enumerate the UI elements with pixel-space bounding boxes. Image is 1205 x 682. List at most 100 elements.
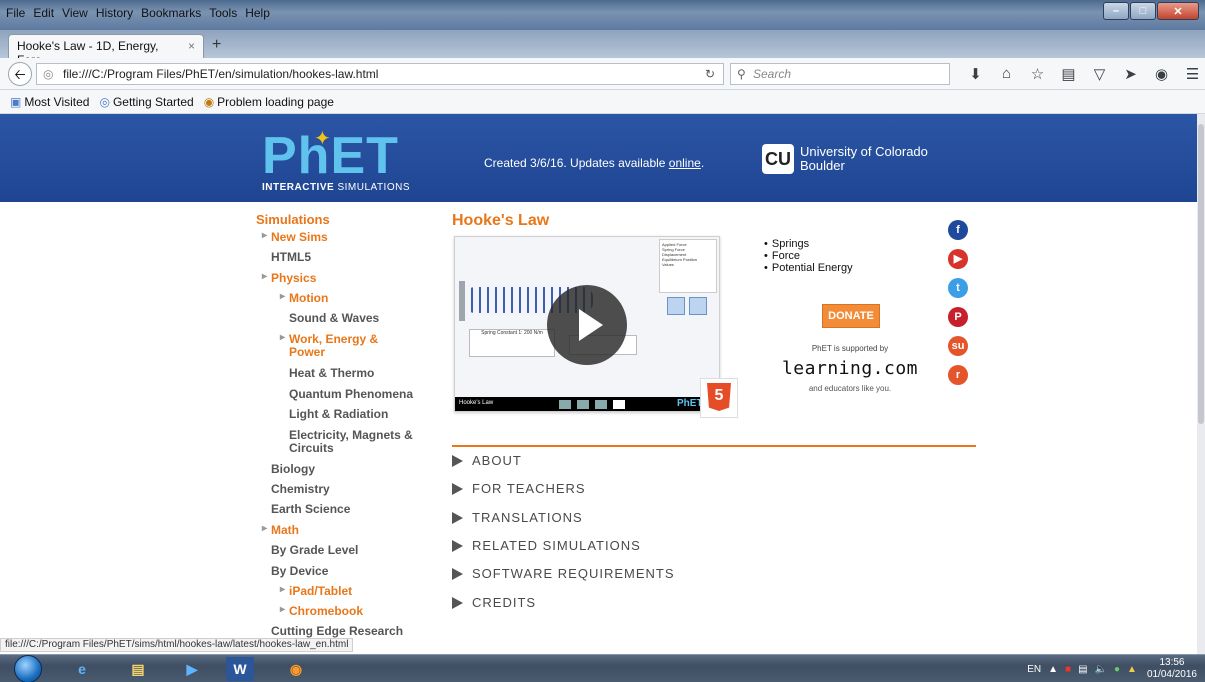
sidebar-item-new-sims[interactable]: New Sims bbox=[262, 230, 328, 244]
sidebar-item-by-device[interactable]: By Device bbox=[271, 564, 328, 578]
sidebar-item-electricity-2[interactable]: Circuits bbox=[289, 441, 334, 455]
menu-help[interactable]: Help bbox=[245, 6, 270, 20]
menu-edit[interactable]: Edit bbox=[33, 6, 54, 20]
search-placeholder: Search bbox=[753, 67, 792, 81]
opt-values: Values bbox=[662, 262, 674, 267]
accordion-credits[interactable]: CREDITS bbox=[452, 595, 536, 610]
bookmark-problem-loading[interactable]: ◉ Problem loading page bbox=[204, 95, 334, 109]
language-indicator[interactable]: EN bbox=[1027, 664, 1041, 675]
sidebar-item-earth-science[interactable]: Earth Science bbox=[271, 502, 350, 516]
bookmark-star-icon[interactable]: ☆ bbox=[1022, 65, 1053, 83]
stumbleupon-icon[interactable]: su bbox=[948, 336, 968, 356]
tray-expand-icon[interactable]: ▲ bbox=[1048, 664, 1058, 675]
sidebar-item-sound-waves[interactable]: Sound & Waves bbox=[289, 311, 379, 325]
cu-mark-icon: CU bbox=[762, 144, 794, 174]
explorer-icon[interactable]: ▤ bbox=[118, 657, 158, 681]
start-button[interactable] bbox=[14, 655, 42, 682]
chat-icon[interactable]: ◉ bbox=[1146, 65, 1177, 83]
menu-tools[interactable]: Tools bbox=[209, 6, 237, 20]
simulation-thumbnail[interactable]: Applied Force Spring Force Displacement … bbox=[454, 236, 720, 412]
sim-screen-intro bbox=[559, 400, 571, 409]
menu-bookmarks[interactable]: Bookmarks bbox=[141, 6, 201, 20]
sidebar-item-html5[interactable]: HTML5 bbox=[271, 250, 311, 264]
sidebar-item-electricity[interactable]: Electricity, Magnets & bbox=[289, 428, 413, 442]
cu-boulder-logo[interactable]: CU University of Colorado Boulder bbox=[762, 144, 928, 174]
topic-item: Potential Energy bbox=[764, 262, 853, 274]
firefox-icon[interactable]: ◉ bbox=[276, 657, 316, 681]
back-button[interactable]: 🡠 bbox=[8, 62, 32, 86]
donate-button[interactable]: DONATE bbox=[822, 304, 880, 328]
search-icon: ⚲ bbox=[737, 67, 746, 81]
accordion-for-teachers[interactable]: FOR TEACHERS bbox=[452, 481, 586, 496]
reddit-icon[interactable]: r bbox=[948, 365, 968, 385]
scrollbar-thumb[interactable] bbox=[1198, 124, 1204, 424]
sidebar-item-heat-thermo[interactable]: Heat & Thermo bbox=[289, 366, 374, 380]
media-player-icon[interactable]: ▶ bbox=[172, 657, 212, 681]
sidebar-item-work-energy-2[interactable]: Power bbox=[289, 345, 325, 359]
accordion-translations[interactable]: TRANSLATIONS bbox=[452, 510, 583, 525]
facebook-icon[interactable]: f bbox=[948, 220, 968, 240]
sim-spring-constant-control: Spring Constant 1: 200 N/m bbox=[469, 329, 555, 357]
menu-file[interactable]: File bbox=[6, 6, 25, 20]
ie-icon[interactable]: e bbox=[62, 657, 102, 681]
url-bar[interactable]: ◎ file:///C:/Program Files/PhET/en/simul… bbox=[36, 63, 724, 85]
site-identity-icon[interactable]: ◎ bbox=[43, 67, 53, 81]
topic-item: Force bbox=[764, 250, 853, 262]
sidebar-item-motion[interactable]: Motion bbox=[280, 291, 328, 305]
tray-app-icon[interactable]: ■ bbox=[1065, 664, 1071, 675]
download-icon[interactable]: ⬇ bbox=[960, 65, 991, 83]
tray-network-icon[interactable]: ▤ bbox=[1078, 664, 1087, 675]
menu-icon[interactable]: ☰ bbox=[1177, 65, 1205, 83]
share-icon[interactable]: ➤ bbox=[1115, 65, 1146, 83]
online-link[interactable]: online bbox=[669, 156, 701, 170]
menu-view[interactable]: View bbox=[62, 6, 88, 20]
sidebar-item-math[interactable]: Math bbox=[262, 523, 299, 537]
html5-badge: 5 bbox=[700, 378, 738, 418]
tab-hookes-law[interactable]: Hooke's Law - 1D, Energy, Forc... × bbox=[8, 34, 204, 67]
sidebar-item-ipad[interactable]: iPad/Tablet bbox=[280, 584, 352, 598]
accordion-software-req[interactable]: SOFTWARE REQUIREMENTS bbox=[452, 566, 675, 581]
windows-taskbar: e ▤ ▶ W ◉ EN ▲ ■ ▤ 🔈 ● ▲ 13:56 01/04/201… bbox=[0, 654, 1205, 682]
reading-list-icon[interactable]: ▤ bbox=[1053, 65, 1084, 83]
twitter-icon[interactable]: t bbox=[948, 278, 968, 298]
sidebar-item-cutting-edge[interactable]: Cutting Edge Research bbox=[271, 624, 403, 638]
sidebar-item-work-energy[interactable]: Work, Energy & bbox=[280, 332, 378, 346]
menu-history[interactable]: History bbox=[96, 6, 133, 20]
accordion-related-sims[interactable]: RELATED SIMULATIONS bbox=[452, 538, 641, 553]
sidebar-item-physics[interactable]: Physics bbox=[262, 271, 316, 285]
expand-arrow-icon bbox=[452, 567, 463, 580]
accordion-about[interactable]: ABOUT bbox=[452, 453, 522, 468]
volume-icon[interactable]: 🔈 bbox=[1095, 664, 1107, 675]
play-icon[interactable] bbox=[547, 285, 627, 365]
close-window-button[interactable]: ✕ bbox=[1157, 2, 1199, 20]
reload-icon[interactable]: ↻ bbox=[705, 67, 715, 81]
maximize-button[interactable]: □ bbox=[1130, 2, 1156, 20]
youtube-icon[interactable]: ▶ bbox=[948, 249, 968, 269]
sidebar-heading[interactable]: Simulations bbox=[256, 212, 330, 227]
firefox-small-icon: ◎ bbox=[99, 94, 110, 109]
tray-power-icon[interactable]: ▲ bbox=[1127, 664, 1137, 675]
page-scrollbar[interactable] bbox=[1197, 114, 1205, 654]
new-tab-button[interactable]: + bbox=[212, 36, 221, 54]
sidebar-item-light-radiation[interactable]: Light & Radiation bbox=[289, 407, 388, 421]
taskbar-clock[interactable]: 13:56 01/04/2016 bbox=[1147, 657, 1197, 681]
minimize-button[interactable]: – bbox=[1103, 2, 1129, 20]
word-icon[interactable]: W bbox=[226, 657, 254, 681]
sidebar-item-biology[interactable]: Biology bbox=[271, 462, 315, 476]
learning-com-logo[interactable]: learning.com bbox=[770, 358, 930, 379]
sidebar-item-chromebook[interactable]: Chromebook bbox=[280, 604, 363, 618]
search-input[interactable]: ⚲ Search bbox=[730, 63, 950, 85]
sim-zoom-buttons bbox=[667, 297, 711, 315]
tray-status-icon[interactable]: ● bbox=[1114, 664, 1120, 675]
bookmark-most-visited[interactable]: ▣ Most Visited bbox=[10, 95, 89, 109]
pinterest-icon[interactable]: P bbox=[948, 307, 968, 327]
sidebar-item-chemistry[interactable]: Chemistry bbox=[271, 482, 330, 496]
close-tab-icon[interactable]: × bbox=[188, 39, 195, 54]
sidebar-item-quantum[interactable]: Quantum Phenomena bbox=[289, 387, 413, 401]
html5-icon: 5 bbox=[707, 383, 731, 411]
phet-logo[interactable]: ✦ PhET INTERACTIVE SIMULATIONS bbox=[262, 128, 410, 193]
bookmark-getting-started[interactable]: ◎ Getting Started bbox=[99, 95, 193, 109]
pocket-icon[interactable]: ▽ bbox=[1084, 65, 1115, 83]
home-icon[interactable]: ⌂ bbox=[991, 65, 1022, 83]
sidebar-item-grade-level[interactable]: By Grade Level bbox=[271, 543, 358, 557]
